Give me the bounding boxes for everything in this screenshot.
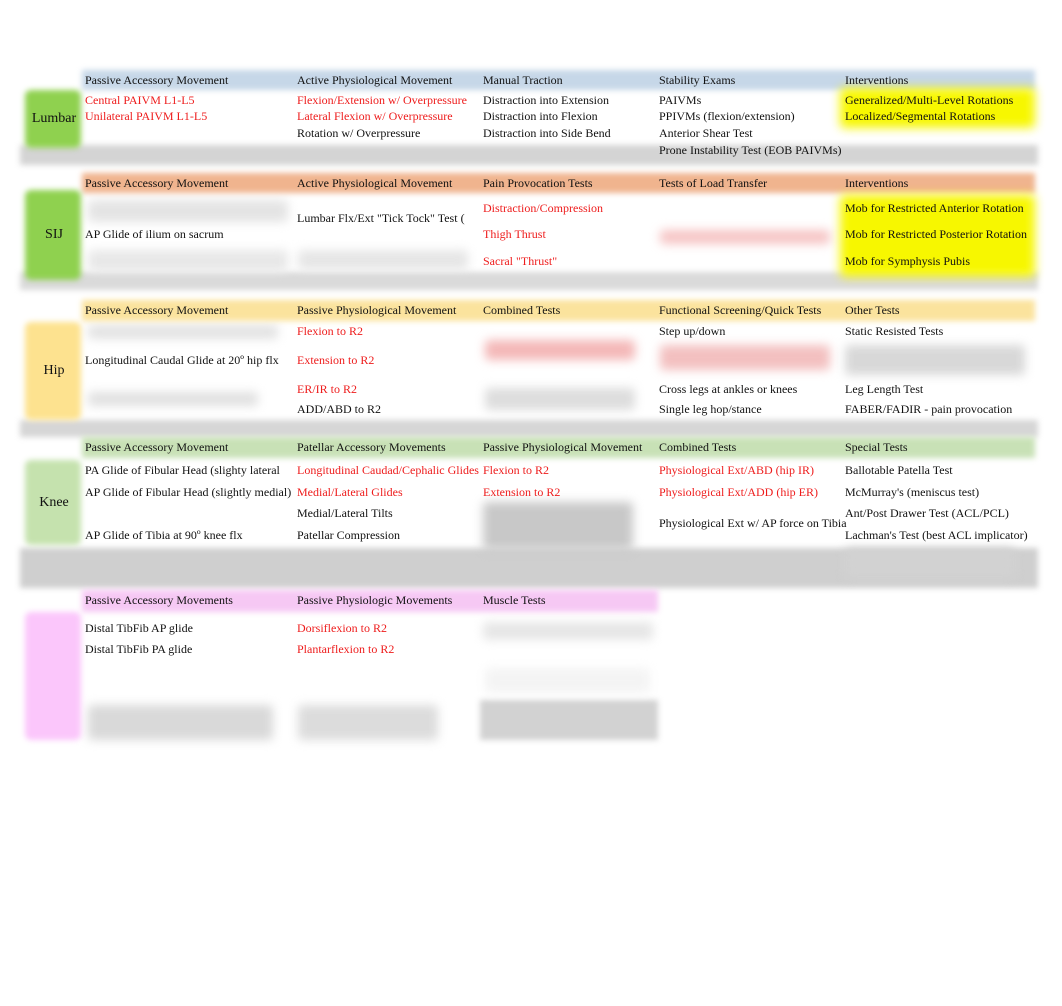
table-cell: Anterior Shear Test xyxy=(659,126,753,140)
table-cell: Sacral "Thrust" xyxy=(483,254,558,268)
blurred-content xyxy=(88,705,273,740)
table-cell: Medial/Lateral Glides xyxy=(297,485,403,499)
blurred-content xyxy=(88,392,258,406)
table-cell: Physiological Ext/ADD (hip ER) xyxy=(659,485,818,499)
table-cell: Plantarflexion to R2 xyxy=(297,642,395,656)
table-cell: Localized/Segmental Rotations xyxy=(845,109,996,123)
table-cell: Flexion to R2 xyxy=(483,463,550,477)
table-cell: Mob for Restricted Posterior Rotation xyxy=(845,227,1027,241)
blurred-content xyxy=(483,622,653,640)
table-cell: Longitudinal Caudad/Cephalic Glides xyxy=(297,463,479,477)
table-cell: Unilateral PAIVM L1-L5 xyxy=(85,109,208,123)
page: Lumbar Passive Accessory Movement Active P… xyxy=(0,0,1062,1006)
table-cell: McMurray's (meniscus test) xyxy=(845,485,980,499)
blurred-content xyxy=(88,200,288,222)
blurred-content xyxy=(485,668,650,693)
table-cell: Rotation w/ Overpressure xyxy=(297,126,421,140)
blurred-content xyxy=(485,340,635,360)
table-cell: Flexion to R2 xyxy=(297,324,364,338)
table-cell: Distraction into Extension xyxy=(483,93,609,107)
column-header: Active Physiological Movement xyxy=(297,73,453,87)
table-cell: Physiological Ext/ABD (hip IR) xyxy=(659,463,814,477)
table-cell: Generalized/Multi-Level Rotations xyxy=(845,93,1014,107)
column-header: Pain Provocation Tests xyxy=(483,176,593,190)
column-header: Passive Physiological Movement xyxy=(297,303,457,317)
blurred-content xyxy=(845,345,1025,375)
column-header: Tests of Load Transfer xyxy=(659,176,768,190)
table-cell: Thigh Thrust xyxy=(483,227,546,241)
column-header: Interventions xyxy=(845,73,909,87)
blurred-content xyxy=(88,250,288,272)
table-cell: Longitudinal Caudal Glide at 20º hip flx xyxy=(85,353,279,367)
table-cell: ADD/ABD to R2 xyxy=(297,402,382,416)
table-cell: Ant/Post Drawer Test (ACL/PCL) xyxy=(845,506,1009,520)
region-label: Lumbar xyxy=(31,111,77,126)
blurred-content xyxy=(845,548,1015,578)
table-cell: Flexion/Extension w/ Overpressure xyxy=(297,93,467,107)
table-cell: Patellar Compression xyxy=(297,528,400,542)
column-header: Combined Tests xyxy=(483,303,561,317)
table-cell: Extension to R2 xyxy=(483,485,561,499)
column-header: Passive Accessory Movement xyxy=(85,176,229,190)
column-header: Interventions xyxy=(845,176,909,190)
table-cell: Static Resisted Tests xyxy=(845,324,944,338)
blurred-content xyxy=(660,230,830,244)
column-header: Muscle Tests xyxy=(483,593,546,607)
blurred-content xyxy=(298,250,468,270)
table-cell: Distal TibFib AP glide xyxy=(85,621,193,635)
table-cell: Distraction into Side Bend xyxy=(483,126,611,140)
table-cell: Distal TibFib PA glide xyxy=(85,642,193,656)
table-cell: Step up/down xyxy=(659,324,726,338)
table-cell: PA Glide of Fibular Head (slighty latera… xyxy=(85,463,280,477)
column-header: Passive Accessory Movement xyxy=(85,303,229,317)
table-cell: AP Glide of Tibia at 90º knee flx xyxy=(85,528,243,542)
table-cell: Cross legs at ankles or knees xyxy=(659,382,798,396)
table-cell: AP Glide of ilium on sacrum xyxy=(85,227,224,241)
region-label: SIJ xyxy=(45,227,63,242)
region-label: Hip xyxy=(43,363,65,378)
column-header: Passive Accessory Movements xyxy=(85,593,233,607)
table-cell: Lateral Flexion w/ Overpressure xyxy=(297,109,453,123)
table-cell: Prone Instability Test (EOB PAIVMs) xyxy=(659,143,842,157)
table-cell: Central PAIVM L1-L5 xyxy=(85,93,195,107)
column-header: Passive Accessory Movement xyxy=(85,440,229,454)
blurred-content xyxy=(88,325,278,339)
table-cell: FABER/FADIR - pain provocation xyxy=(845,402,1013,416)
table-cell: Mob for Restricted Anterior Rotation xyxy=(845,201,1024,215)
table-cell: PPIVMs (flexion/extension) xyxy=(659,109,795,123)
table-cell: Extension to R2 xyxy=(297,353,375,367)
table-cell: PAIVMs xyxy=(659,93,702,107)
column-header: Special Tests xyxy=(845,440,908,454)
blurred-content xyxy=(660,345,830,370)
column-header: Other Tests xyxy=(845,303,900,317)
column-header: Passive Physiologic Movements xyxy=(297,593,453,607)
blurred-content xyxy=(483,502,633,550)
table-cell: Distraction/Compression xyxy=(483,201,603,215)
table-cell: Medial/Lateral Tilts xyxy=(297,506,393,520)
column-header: Stability Exams xyxy=(659,73,736,87)
column-header: Functional Screening/Quick Tests xyxy=(659,303,822,317)
table-cell: Distraction into Flexion xyxy=(483,109,598,123)
table-cell: Mob for Symphysis Pubis xyxy=(845,254,971,268)
blurred-content xyxy=(298,705,438,740)
column-header: Passive Physiological Movement xyxy=(483,440,643,454)
table-cell: Ballotable Patella Test xyxy=(845,463,953,477)
table-cell: Leg Length Test xyxy=(845,382,924,396)
table-cell: Single leg hop/stance xyxy=(659,402,762,416)
blurred-content xyxy=(485,388,635,410)
table-cell: AP Glide of Fibular Head (slightly media… xyxy=(85,485,292,499)
table-cell: Lachman's Test (best ACL implicator) xyxy=(845,528,1028,542)
table-cell: Lumbar Flx/Ext "Tick Tock" Test ( xyxy=(297,211,465,225)
column-header: Passive Accessory Movement xyxy=(85,73,229,87)
table-cell: Dorsiflexion to R2 xyxy=(297,621,387,635)
column-header: Patellar Accessory Movements xyxy=(297,440,446,454)
column-header: Active Physiological Movement xyxy=(297,176,453,190)
column-header: Manual Traction xyxy=(483,73,563,87)
column-header: Combined Tests xyxy=(659,440,737,454)
region-label xyxy=(25,612,83,740)
table-cell: ER/IR to R2 xyxy=(297,382,358,396)
region-label: Knee xyxy=(39,494,69,510)
table-cell: Physiological Ext w/ AP force on Tibia xyxy=(659,516,847,530)
